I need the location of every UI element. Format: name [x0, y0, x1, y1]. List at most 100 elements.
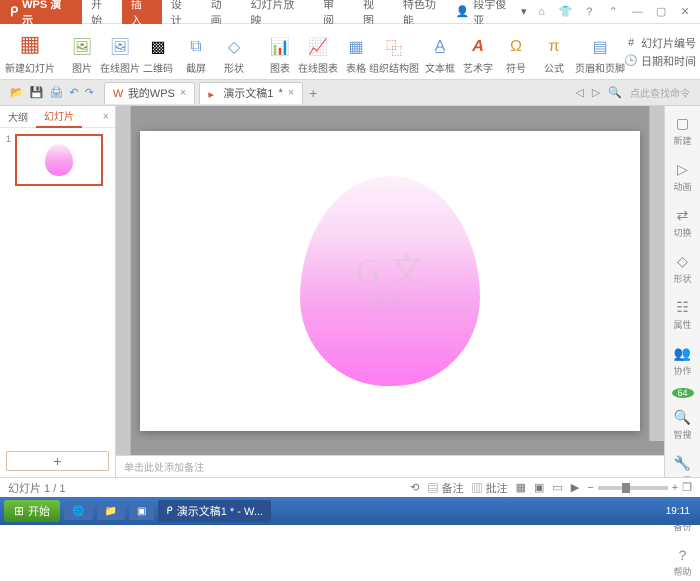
- redo-icon[interactable]: ↷: [85, 86, 94, 99]
- shape-icon: ◇: [223, 36, 245, 58]
- image-icon: 🖼: [71, 36, 93, 58]
- nav-fwd-icon[interactable]: ▷: [592, 86, 600, 99]
- menu-design[interactable]: 设计: [162, 0, 202, 24]
- menu-bar: 开始 插入 设计 动画 幻灯片放映 审阅 视图 特色功能: [82, 0, 456, 24]
- zoom-fit-icon[interactable]: ❐: [682, 481, 692, 494]
- view-sorter-icon[interactable]: ▣: [534, 481, 544, 494]
- menu-start[interactable]: 开始: [82, 0, 122, 24]
- close-tab-icon[interactable]: ×: [180, 87, 186, 99]
- slide-thumbnail-1[interactable]: 1: [6, 134, 109, 186]
- wordart-button[interactable]: A艺术字: [460, 28, 496, 75]
- undo-icon[interactable]: ↶: [69, 86, 78, 99]
- menu-review[interactable]: 审阅: [314, 0, 354, 24]
- rp-shape[interactable]: ◇形状: [665, 250, 700, 288]
- skin-icon[interactable]: 👕: [556, 3, 574, 21]
- menu-animation[interactable]: 动画: [202, 0, 242, 24]
- menu-slideshow[interactable]: 幻灯片放映: [242, 0, 315, 24]
- new-tab-button[interactable]: +: [309, 85, 317, 101]
- menu-view[interactable]: 视图: [354, 0, 394, 24]
- image-button[interactable]: 🖼图片: [64, 28, 100, 75]
- qrcode-button[interactable]: ▩二维码: [140, 28, 176, 75]
- search2-icon: 🔍: [674, 409, 691, 426]
- screenshot-button[interactable]: ⧉截屏: [178, 28, 214, 75]
- nav-back-icon[interactable]: ◁: [575, 86, 583, 99]
- zoom-slider[interactable]: [598, 486, 668, 490]
- slide-canvas[interactable]: G 文system.: [116, 106, 664, 455]
- search-hint[interactable]: 点此查找命令: [630, 85, 690, 100]
- slidenum-icon: #: [624, 36, 638, 50]
- chart-icon: 📊: [269, 36, 291, 58]
- close-panel-icon[interactable]: ×: [97, 111, 115, 123]
- menu-special[interactable]: 特色功能: [394, 0, 456, 24]
- headerfooter-icon: ▤: [589, 36, 611, 58]
- print-icon[interactable]: 🖨: [49, 86, 63, 99]
- comments-toggle[interactable]: ▥ 批注: [472, 480, 508, 496]
- shape-button[interactable]: ◇形状: [216, 28, 252, 75]
- help2-icon: ?: [679, 547, 687, 563]
- animation-icon: ▷: [677, 161, 688, 178]
- rp-transition[interactable]: ⇄切换: [665, 204, 700, 242]
- slide-number: 1: [6, 134, 11, 186]
- view-slideshow-icon[interactable]: ▶: [571, 481, 579, 494]
- notes-toggle[interactable]: ▤ 备注: [427, 480, 463, 496]
- zoom-in-icon[interactable]: +: [672, 482, 678, 494]
- textbox-icon: A̲: [429, 36, 451, 58]
- smartart-icon: ⿻: [383, 36, 405, 58]
- taskbar-ie[interactable]: 🌐: [64, 503, 92, 520]
- new-slide-icon: ▦: [14, 30, 46, 58]
- new-slide-button[interactable]: ▦新建幻灯片: [6, 28, 54, 75]
- open-icon[interactable]: 📂: [10, 86, 24, 99]
- zoom-out-icon[interactable]: −: [587, 482, 593, 494]
- close-tab-icon[interactable]: ×: [288, 87, 294, 99]
- smartart-button[interactable]: ⿻组织结构图: [376, 28, 412, 75]
- taskbar-wps[interactable]: ᑭ 演示文稿1 * - W...: [158, 500, 270, 522]
- outline-tab[interactable]: 大纲: [0, 106, 36, 128]
- online-image-button[interactable]: 🖼在线图片: [102, 28, 138, 75]
- symbol-button[interactable]: Ω符号: [498, 28, 534, 75]
- props-icon: ☷: [676, 299, 689, 316]
- rp-props[interactable]: ☷属性: [665, 296, 700, 334]
- minimize-ribbon[interactable]: ⌃: [604, 3, 622, 21]
- rewind-icon[interactable]: ⟲: [410, 481, 419, 494]
- rp-collab[interactable]: 👥协作: [665, 342, 700, 380]
- maximize-button[interactable]: ▢: [652, 3, 670, 21]
- slidenum-button[interactable]: #幻灯片编号: [624, 35, 696, 51]
- notes-pane[interactable]: 单击此处添加备注: [116, 455, 664, 477]
- online-chart-button[interactable]: 📈在线图表: [300, 28, 336, 75]
- slide-1[interactable]: G 文system.: [140, 131, 640, 431]
- chart-button[interactable]: 📊图表: [262, 28, 298, 75]
- close-button[interactable]: ✕: [676, 3, 694, 21]
- rp-search[interactable]: 🔍智搜: [665, 406, 700, 444]
- status-slide: 幻灯片 1 / 1: [8, 480, 65, 496]
- search-icon[interactable]: 🔍: [608, 86, 622, 99]
- add-slide-button[interactable]: +: [6, 451, 109, 471]
- help-icon[interactable]: ?: [580, 3, 598, 21]
- equation-button[interactable]: π公式: [536, 28, 572, 75]
- minimize-button[interactable]: —: [628, 3, 646, 21]
- taskbar-explorer[interactable]: 📁: [97, 503, 125, 520]
- save-icon[interactable]: 💾: [30, 86, 44, 99]
- zoom-control[interactable]: − + ❐: [587, 481, 692, 494]
- rp-help[interactable]: ?帮助: [665, 544, 700, 581]
- collab-icon: 👥: [674, 345, 691, 362]
- windows-start-button[interactable]: 开始: [4, 500, 60, 522]
- tab-mywps[interactable]: W 我的WPS ×: [104, 82, 196, 104]
- new-icon: ▢: [676, 115, 689, 132]
- view-normal-icon[interactable]: ▦: [516, 481, 526, 494]
- menu-insert[interactable]: 插入: [122, 0, 162, 24]
- textbox-button[interactable]: A̲文本框: [422, 28, 458, 75]
- headerfooter-button[interactable]: ▤页眉和页脚: [582, 28, 618, 75]
- taskbar-app1[interactable]: ▣: [129, 503, 154, 520]
- user-icon: 👤: [456, 5, 470, 18]
- datetime-button[interactable]: 🕒日期和时间: [624, 53, 696, 69]
- presentation-icon: ▸: [208, 88, 218, 98]
- rp-badge[interactable]: 64: [672, 388, 694, 398]
- view-reading-icon[interactable]: ▭: [552, 481, 562, 494]
- home-icon[interactable]: ⌂: [533, 3, 551, 21]
- tab-document[interactable]: ▸ 演示文稿1 * ×: [199, 82, 303, 104]
- rp-animation[interactable]: ▷动画: [665, 158, 700, 196]
- system-tray-clock[interactable]: 19:11: [660, 506, 696, 517]
- slides-tab[interactable]: 幻灯片: [36, 106, 82, 128]
- egg-shape[interactable]: [300, 176, 480, 386]
- rp-new[interactable]: ▢新建: [665, 112, 700, 150]
